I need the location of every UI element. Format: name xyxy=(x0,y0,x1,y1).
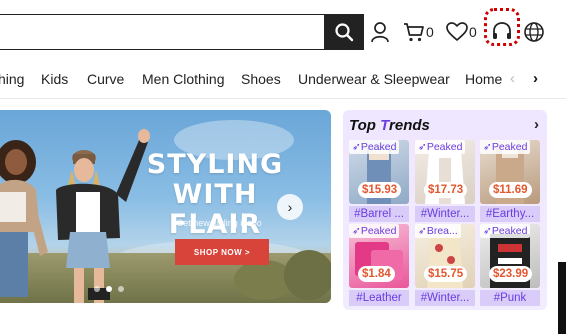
nav-item-home[interactable]: Home xyxy=(465,71,502,87)
trend-tag: #Earthy... xyxy=(480,206,540,222)
nav-item-kids[interactable]: Kids xyxy=(41,71,68,87)
cart-icon xyxy=(404,23,424,42)
nav-next-arrow[interactable]: › xyxy=(533,70,538,87)
nav-prev-arrow[interactable]: ‹ xyxy=(510,70,515,87)
banner-title-line2: WITH FLAIR xyxy=(168,179,262,240)
carousel-dot[interactable] xyxy=(106,286,112,292)
trends-title-prefix: Top xyxy=(349,117,376,134)
nav-item-shoes[interactable]: Shoes xyxy=(241,71,281,87)
trend-tile[interactable]: ➶ Peaked $23.99 #Punk xyxy=(480,224,540,308)
trends-more-arrow[interactable]: › xyxy=(534,116,539,133)
support-button[interactable] xyxy=(491,19,513,45)
banner-subtitle: Get new styling inspo xyxy=(176,218,262,228)
trends-title-accent: T xyxy=(380,117,390,134)
nav-divider xyxy=(0,98,566,99)
flame-icon: ➶ xyxy=(483,225,492,237)
price-label: $1.84 xyxy=(358,266,395,282)
carousel-dot[interactable] xyxy=(94,286,100,292)
bush xyxy=(284,250,331,300)
category-nav: hing Kids Curve Men Clothing Shoes Under… xyxy=(0,66,566,94)
price-label: $23.99 xyxy=(489,266,533,282)
nav-item-clothing[interactable]: hing xyxy=(0,71,24,87)
trend-badge: ➶ Peaked xyxy=(480,224,531,238)
price-label: $17.73 xyxy=(424,182,468,198)
trend-badge: ➶ Peaked xyxy=(480,140,531,154)
flame-icon: ➶ xyxy=(483,141,492,153)
trend-badge: ➶ Peaked xyxy=(415,140,466,154)
banner-next-arrow[interactable]: › xyxy=(277,194,303,220)
badge-label: Peaked xyxy=(360,225,397,237)
nav-item-underwear-sleepwear[interactable]: Underwear & Sleepwear xyxy=(298,71,450,87)
search-icon xyxy=(335,23,354,42)
heart-icon xyxy=(446,22,468,41)
trend-tag: #Winter... xyxy=(415,290,475,306)
trend-tile[interactable]: ➶ Peaked $17.73 #Winter... xyxy=(415,140,475,224)
flame-icon: ➶ xyxy=(352,141,361,153)
flame-icon: ➶ xyxy=(418,141,427,153)
trend-tag: #Winter... xyxy=(415,206,475,222)
wishlist-count: 0 xyxy=(469,24,477,40)
hero-banner[interactable]: STYLING WITH FLAIR Get new styling inspo… xyxy=(0,110,331,303)
carousel-dots xyxy=(94,286,124,292)
shop-now-button[interactable]: SHOP NOW > xyxy=(175,239,269,265)
trend-badge: ➶ Brea... xyxy=(415,224,461,238)
badge-label: Peaked xyxy=(491,225,528,237)
wishlist-button[interactable]: 0 xyxy=(446,19,477,45)
trends-title[interactable]: Top Trends xyxy=(349,117,430,134)
badge-label: Brea... xyxy=(426,225,458,237)
nav-item-curve[interactable]: Curve xyxy=(87,71,124,87)
cart-button[interactable]: 0 xyxy=(403,19,434,45)
cart-count: 0 xyxy=(426,24,434,40)
trend-badge: ➶ Peaked xyxy=(349,140,400,154)
edge-strip xyxy=(558,262,566,334)
headset-icon xyxy=(493,22,511,39)
badge-label: Peaked xyxy=(360,141,397,153)
search-input[interactable] xyxy=(0,14,324,50)
language-button[interactable] xyxy=(523,19,545,45)
trend-tag: #Barrel ... xyxy=(349,206,409,222)
badge-label: Peaked xyxy=(491,141,528,153)
carousel-dot[interactable] xyxy=(118,286,124,292)
trend-tile[interactable]: ➶ Peaked $15.93 #Barrel ... xyxy=(349,140,409,224)
user-icon xyxy=(371,22,389,43)
globe-icon xyxy=(524,22,544,42)
badge-label: Peaked xyxy=(426,141,463,153)
banner-title-line1: STYLING xyxy=(146,149,284,180)
flame-icon: ➶ xyxy=(418,225,427,237)
trend-tag: #Leather xyxy=(349,290,409,306)
price-label: $11.69 xyxy=(489,182,532,198)
nav-item-men-clothing[interactable]: Men Clothing xyxy=(142,71,225,87)
flame-icon: ➶ xyxy=(352,225,361,237)
trend-badge: ➶ Peaked xyxy=(349,224,400,238)
trend-tile[interactable]: ➶ Brea... $15.75 #Winter... xyxy=(415,224,475,308)
trend-tag: #Punk xyxy=(480,290,540,306)
search-button[interactable] xyxy=(324,14,364,50)
trends-title-suffix: rends xyxy=(389,117,430,134)
price-label: $15.93 xyxy=(358,182,402,198)
account-button[interactable] xyxy=(370,19,390,45)
price-label: $15.75 xyxy=(424,266,468,282)
trend-tile[interactable]: ➶ Peaked $1.84 #Leather xyxy=(349,224,409,308)
trend-tile[interactable]: ➶ Peaked $11.69 #Earthy... xyxy=(480,140,540,224)
top-trends-panel: Top Trends › ➶ Peaked $15.93 #Barrel ... … xyxy=(343,110,547,310)
